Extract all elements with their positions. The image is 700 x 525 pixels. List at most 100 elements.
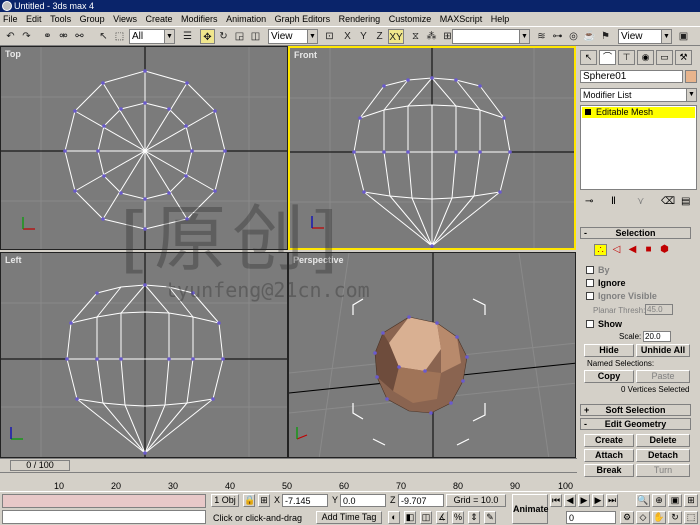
crossing-icon[interactable]: ◐ (388, 511, 400, 524)
rotate-icon[interactable]: ↻ (216, 29, 231, 44)
viewport-top[interactable]: Top (0, 46, 288, 250)
reference-coordinate-combo[interactable]: View ▼ (268, 29, 318, 44)
object-color-swatch[interactable] (685, 70, 697, 83)
degradation-override-icon[interactable]: ◧ (404, 511, 416, 524)
modifier-list-combo[interactable]: Modifier List ▼ (580, 88, 697, 102)
display-tab-icon[interactable]: ▭ (656, 50, 673, 65)
make-unique-icon[interactable]: ⋎ (637, 196, 644, 207)
element-subobject-icon[interactable]: ⬢ (658, 244, 671, 256)
restrict-z-button[interactable]: Z (372, 29, 387, 44)
select-by-name-icon[interactable]: ☰ (180, 29, 195, 44)
redo-icon[interactable]: ↷ (19, 29, 34, 44)
menu-views[interactable]: Views (110, 12, 140, 26)
play-icon[interactable]: ▶ (578, 494, 590, 507)
material-editor-icon[interactable]: ◎ (566, 29, 581, 44)
edit-named-selections-icon[interactable]: ✎ (484, 511, 496, 524)
motion-tab-icon[interactable]: ◉ (637, 50, 654, 65)
track-view-icon[interactable]: ≋ (534, 29, 549, 44)
maxscript-listener[interactable] (2, 494, 206, 508)
viewport-perspective[interactable]: Perspective (288, 252, 576, 458)
turn-button[interactable]: Turn (636, 464, 690, 477)
maximize-viewport-icon[interactable]: ⬚ (684, 511, 698, 524)
by-vertex-checkbox[interactable] (586, 266, 594, 274)
zoom-all-icon[interactable]: ⊕ (652, 494, 666, 507)
named-selection-combo[interactable]: ▼ (452, 29, 530, 44)
soft-selection-rollout-header[interactable]: + Soft Selection (580, 404, 691, 416)
menu-help[interactable]: Help (488, 12, 513, 26)
ignore-backfacing-checkbox[interactable] (586, 279, 594, 287)
zoom-extents-all-icon[interactable]: ⊞ (684, 494, 698, 507)
ignore-visible-checkbox[interactable] (586, 292, 594, 300)
menu-create[interactable]: Create (143, 12, 176, 26)
viewport-label-perspective[interactable]: Perspective (293, 255, 344, 265)
move-icon[interactable]: ✥ (200, 29, 215, 44)
menu-tools[interactable]: Tools (47, 12, 74, 26)
hide-button[interactable]: Hide (584, 344, 634, 357)
y-coordinate-field[interactable]: 0.0 (340, 494, 386, 507)
pan-icon[interactable]: ✋ (652, 511, 666, 524)
pivot-center-icon[interactable]: ⊡ (322, 29, 337, 44)
attach-button[interactable]: Attach (584, 449, 634, 462)
menu-rendering[interactable]: Rendering (336, 12, 384, 26)
normal-scale-spinner[interactable]: 20.0 (643, 331, 671, 342)
menu-group[interactable]: Group (77, 12, 108, 26)
restrict-y-button[interactable]: Y (356, 29, 371, 44)
percent-snap-icon[interactable]: % (452, 511, 464, 524)
copy-button[interactable]: Copy (584, 370, 634, 383)
menu-animation[interactable]: Animation (223, 12, 269, 26)
menu-modifiers[interactable]: Modifiers (178, 12, 221, 26)
remove-modifier-icon[interactable]: ⌫ (661, 196, 675, 207)
edit-geometry-rollout-header[interactable]: - Edit Geometry (580, 418, 691, 430)
go-to-start-icon[interactable]: ⏮ (550, 494, 562, 507)
scale-icon[interactable]: ◲ (232, 29, 247, 44)
snap-toggle-icon[interactable]: ◫ (420, 511, 432, 524)
spinner-snap-icon[interactable]: ⇕ (468, 511, 480, 524)
track-bar[interactable]: 10 20 30 40 50 60 70 80 90 100 (0, 472, 577, 491)
menu-edit[interactable]: Edit (23, 12, 45, 26)
zoom-icon[interactable]: 🔍 (636, 494, 650, 507)
link-icon[interactable]: ⚭ (40, 29, 55, 44)
menu-graph-editors[interactable]: Graph Editors (272, 12, 334, 26)
expand-icon[interactable] (585, 109, 591, 115)
viewport-label-left[interactable]: Left (5, 255, 22, 265)
schematic-view-icon[interactable]: ⊶ (550, 29, 565, 44)
selection-rollout-header[interactable]: - Selection (580, 227, 691, 239)
viewport-label-top[interactable]: Top (5, 49, 21, 59)
selection-region-icon[interactable]: ⬚ (112, 29, 127, 44)
restrict-xy-button[interactable]: XY (388, 29, 404, 44)
unlink-icon[interactable]: ⚮ (56, 29, 71, 44)
create-button[interactable]: Create (584, 434, 634, 447)
vertex-subobject-icon[interactable]: ∴ (594, 244, 607, 256)
mirror-icon[interactable]: ⧖ (408, 29, 423, 44)
face-subobject-icon[interactable]: ◀ (626, 244, 639, 256)
configure-modifier-sets-icon[interactable]: ▤ (681, 196, 690, 207)
add-time-tag-button[interactable]: Add Time Tag (316, 511, 382, 524)
modify-tab-icon[interactable]: ⌒ (599, 50, 616, 65)
x-coordinate-field[interactable]: -7.145 (282, 494, 328, 507)
detach-button[interactable]: Detach (636, 449, 690, 462)
undo-icon[interactable]: ↶ (3, 29, 18, 44)
render-last-icon[interactable]: ▣ (676, 29, 691, 44)
stack-item-editable-mesh[interactable]: Editable Mesh (582, 107, 695, 118)
paste-button[interactable]: Paste (636, 370, 690, 383)
previous-frame-icon[interactable]: ◀ (564, 494, 576, 507)
create-tab-icon[interactable]: ↖ (580, 50, 597, 65)
lock-selection-icon[interactable]: 🔒 (243, 494, 255, 507)
maxscript-input[interactable] (2, 510, 206, 524)
utilities-tab-icon[interactable]: ⚒ (675, 50, 692, 65)
polygon-subobject-icon[interactable]: ■ (642, 244, 655, 256)
viewport-front[interactable]: Front (288, 46, 576, 250)
current-frame-field[interactable]: 0 (566, 511, 616, 524)
show-normals-checkbox[interactable] (586, 320, 594, 328)
selection-filter-combo[interactable]: All ▼ (129, 29, 175, 44)
planar-thresh-spinner[interactable]: 45.0 (645, 304, 673, 315)
restrict-x-button[interactable]: X (340, 29, 355, 44)
edge-subobject-icon[interactable]: ◁ (610, 244, 623, 256)
viewport-label-front[interactable]: Front (294, 50, 317, 60)
select-object-icon[interactable]: ↖ (96, 29, 111, 44)
array-icon[interactable]: ⁂ (424, 29, 439, 44)
squash-icon[interactable]: ◫ (248, 29, 263, 44)
absolute-mode-icon[interactable]: ⊞ (258, 494, 270, 507)
time-slider[interactable]: 0 / 100 (10, 460, 70, 471)
pin-stack-icon[interactable]: ⊸ (585, 196, 593, 207)
